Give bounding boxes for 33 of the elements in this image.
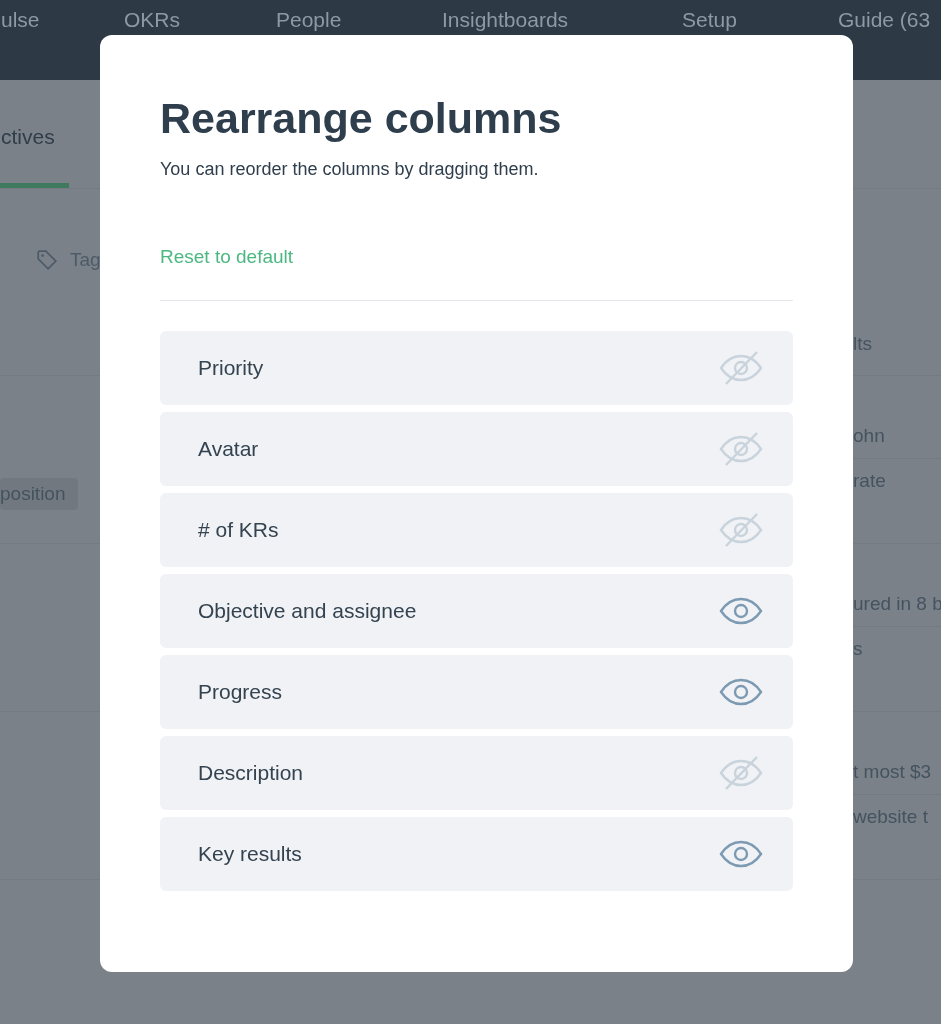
table-cell: ohn	[853, 425, 885, 447]
column-header: lts	[853, 333, 872, 354]
eye-off-icon[interactable]	[719, 754, 763, 791]
column-item[interactable]: # of KRs	[160, 492, 793, 567]
nav-item[interactable]: OKRs	[124, 8, 276, 32]
table-cell: s	[853, 638, 863, 660]
tag-icon	[36, 249, 58, 271]
column-item[interactable]: Description	[160, 735, 793, 810]
nav-item[interactable]: Setup	[682, 8, 838, 32]
nav-item[interactable]: People	[276, 8, 442, 32]
column-label: Objective and assignee	[198, 598, 417, 623]
nav-item[interactable]: ulse	[1, 8, 124, 32]
eye-off-icon[interactable]	[719, 430, 763, 467]
column-label: Description	[198, 760, 304, 785]
column-item[interactable]: Key results	[160, 816, 793, 891]
modal-title: Rearrange columns	[160, 93, 563, 144]
column-item[interactable]: Priority	[160, 330, 793, 405]
eye-off-icon[interactable]	[719, 349, 763, 386]
column-label: Priority	[198, 355, 264, 380]
column-item[interactable]: Avatar	[160, 411, 793, 486]
column-item[interactable]: Progress	[160, 654, 793, 729]
column-label: Avatar	[198, 436, 259, 461]
column-label: Key results	[198, 841, 302, 866]
eye-off-icon[interactable]	[719, 511, 763, 548]
column-label: Progress	[198, 679, 283, 704]
reset-link[interactable]: Reset to default	[160, 245, 294, 268]
nav-item[interactable]: Insightboards	[442, 8, 682, 32]
column-label: # of KRs	[198, 517, 279, 542]
table-cell: rate	[853, 470, 886, 492]
nav-item[interactable]: Guide (63	[838, 8, 931, 32]
page-tab[interactable]: ctives	[0, 125, 69, 188]
column-item[interactable]: Objective and assignee	[160, 573, 793, 648]
modal-subtitle: You can reorder the columns by dragging them.	[160, 158, 540, 180]
